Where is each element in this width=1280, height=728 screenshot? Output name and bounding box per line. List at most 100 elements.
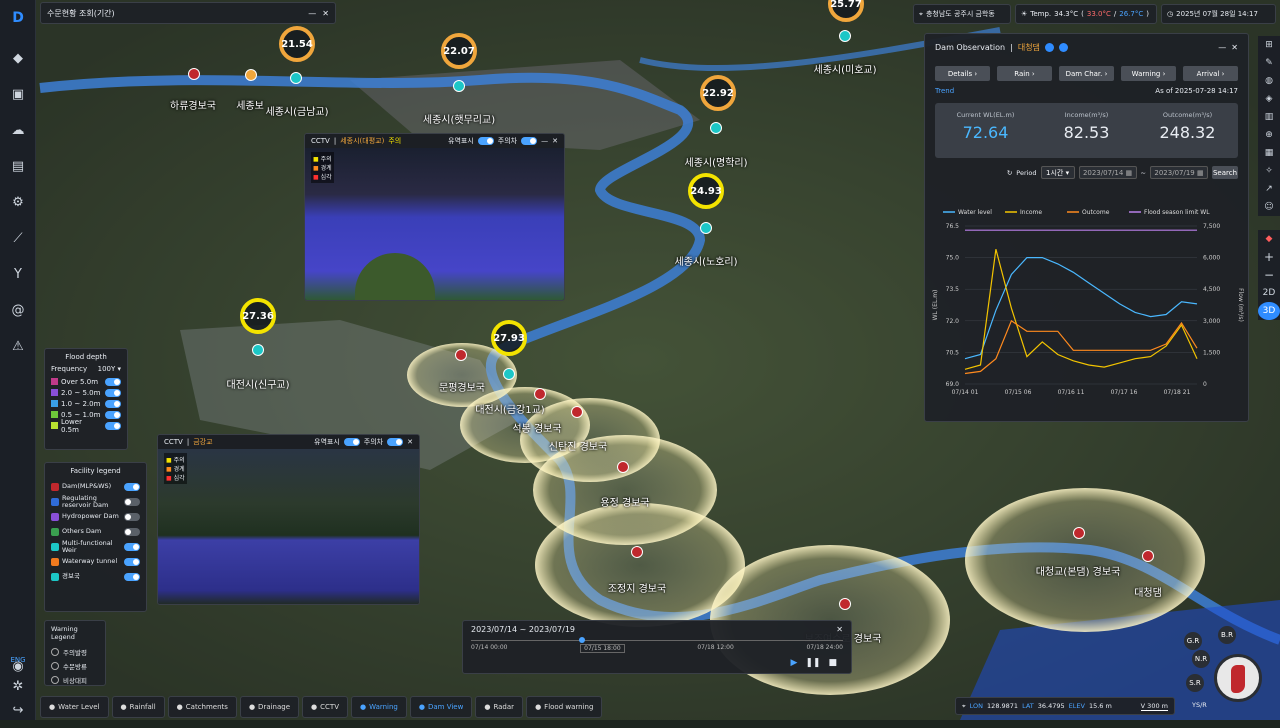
tab-rain[interactable]: Rain › — [997, 66, 1052, 81]
cctv-option-toggle[interactable] — [477, 137, 494, 145]
tab-details[interactable]: Details › — [935, 66, 990, 81]
water-level-pin[interactable] — [710, 122, 722, 134]
tab-warning[interactable]: Warning › — [1121, 66, 1176, 81]
layer-flood-warning[interactable]: ● Flood warning — [526, 696, 603, 718]
zoom-out-icon[interactable]: − — [1258, 266, 1280, 284]
trend-chart[interactable]: Water level Income Outcome Flood season lim… — [925, 206, 1250, 406]
water-level-pin[interactable] — [290, 72, 302, 84]
layers-icon[interactable]: ◆ — [0, 40, 36, 76]
timeline-handle[interactable] — [579, 637, 585, 643]
water-level-pin[interactable] — [252, 344, 264, 356]
close-icon[interactable]: ✕ — [1231, 43, 1238, 52]
flood-depth-toggle[interactable] — [105, 410, 121, 419]
flood-depth-toggle[interactable] — [105, 399, 121, 408]
facility-toggle[interactable] — [124, 482, 140, 491]
frequency-select[interactable]: 100Y ▾ — [98, 365, 121, 373]
minimize-icon[interactable]: — — [1218, 43, 1226, 52]
facility-toggle[interactable] — [124, 572, 140, 581]
dashboard-icon[interactable]: ▤ — [0, 148, 36, 184]
zoom-in-icon[interactable]: + — [1258, 248, 1280, 266]
globe-icon[interactable]: ◍ — [1258, 72, 1280, 90]
wand-icon[interactable]: ✧ — [1258, 162, 1280, 180]
minimize-icon[interactable]: — — [308, 9, 316, 18]
warning-station-pin[interactable] — [1073, 527, 1085, 539]
layer-radar[interactable]: ● Radar — [475, 696, 524, 718]
warning-station-pin[interactable] — [571, 406, 583, 418]
water-level-pin[interactable] — [453, 80, 465, 92]
gauge-marker[interactable]: 24.93 — [688, 173, 724, 209]
cctv-option-toggle[interactable] — [343, 438, 360, 446]
branch-icon[interactable]: Y — [0, 256, 36, 292]
map-tool-icon[interactable]: ⊞ — [1258, 36, 1280, 54]
warning-station-pin[interactable] — [631, 546, 643, 558]
warning-station-pin[interactable] — [455, 349, 467, 361]
compass-button[interactable]: N.R — [1192, 650, 1210, 668]
compass-button[interactable]: B.R — [1218, 626, 1236, 644]
layers-icon[interactable]: ◈ — [1258, 90, 1280, 108]
period-select[interactable]: 1시간 ▾ — [1040, 166, 1075, 179]
tab-dam-char[interactable]: Dam Char. › — [1059, 66, 1114, 81]
gauge-marker[interactable]: 27.93 — [491, 320, 527, 356]
compass-button[interactable]: G.R — [1184, 632, 1202, 650]
layer-drainage[interactable]: ● Drainage — [239, 696, 300, 718]
route-icon[interactable]: ↗ — [1258, 180, 1280, 198]
stop-icon[interactable]: ■ — [828, 658, 837, 668]
person-icon[interactable]: ☺ — [1258, 198, 1280, 216]
warning-station-pin[interactable] — [188, 68, 200, 80]
facility-toggle[interactable] — [124, 557, 140, 566]
app-logo-icon[interactable]: D — [0, 0, 36, 36]
flood-depth-toggle[interactable] — [105, 377, 121, 386]
alert-icon[interactable]: ⚠ — [0, 328, 36, 364]
chart-icon[interactable]: ⟋ — [0, 220, 36, 256]
video-icon[interactable] — [1058, 42, 1068, 52]
pencil-icon[interactable]: ✎ — [1258, 54, 1280, 72]
gauge-marker[interactable]: 22.07 — [441, 33, 477, 69]
layer-water-level[interactable]: ● Water Level — [40, 696, 109, 718]
cctv-video[interactable]: ■ 주의 ■ 경계 ■ 심각 — [305, 148, 564, 300]
split-icon[interactable]: ▥ — [1258, 108, 1280, 126]
dam-pin[interactable] — [1142, 550, 1154, 562]
play-icon[interactable]: ▶ — [790, 658, 797, 668]
facility-toggle[interactable] — [124, 512, 140, 521]
warning-station-pin[interactable] — [617, 461, 629, 473]
weir-pin[interactable] — [245, 69, 257, 81]
tab-arrival[interactable]: Arrival › — [1183, 66, 1238, 81]
layer-dam-view[interactable]: ● Dam View — [409, 696, 473, 718]
flood-depth-toggle[interactable] — [105, 388, 121, 397]
facility-toggle[interactable] — [124, 497, 140, 506]
flood-depth-toggle[interactable] — [105, 421, 121, 430]
close-icon[interactable]: ✕ — [552, 137, 558, 145]
close-icon[interactable]: ✕ — [836, 625, 843, 634]
layer-warning[interactable]: ● Warning — [350, 696, 407, 718]
compass-icon[interactable]: ◆ — [1258, 230, 1280, 248]
close-icon[interactable]: ✕ — [322, 9, 329, 18]
facility-toggle[interactable] — [124, 542, 140, 551]
facility-toggle[interactable] — [124, 527, 140, 536]
target-icon[interactable]: ⊕ — [1258, 126, 1280, 144]
close-icon[interactable]: ✕ — [407, 438, 413, 446]
layer-rainfall[interactable]: ● Rainfall — [111, 696, 165, 718]
minimize-icon[interactable]: — — [541, 137, 548, 145]
gauge-marker[interactable]: 27.36 — [240, 298, 276, 334]
search-button[interactable]: Search — [1212, 166, 1238, 179]
date-from-input[interactable]: 2023/07/14 ▦ — [1078, 166, 1137, 179]
gauge-marker[interactable]: 22.92 — [700, 75, 736, 111]
date-to-input[interactable]: 2023/07/19 ▦ — [1150, 166, 1208, 179]
logout-icon[interactable]: ↪ — [0, 692, 36, 728]
compass-button[interactable]: S.R — [1186, 674, 1204, 692]
pause-icon[interactable]: ❚❚ — [805, 658, 820, 668]
layer-cctv[interactable]: ● CCTV — [302, 696, 348, 718]
cctv-option-toggle[interactable] — [521, 137, 538, 145]
water-level-pin[interactable] — [700, 222, 712, 234]
network-icon[interactable]: ⚙ — [0, 184, 36, 220]
gauge-marker[interactable]: 21.54 — [279, 26, 315, 62]
chart-icon[interactable]: ▦ — [1258, 144, 1280, 162]
cctv-option-toggle[interactable] — [387, 438, 404, 446]
mode-3d-button[interactable]: 3D — [1258, 302, 1280, 320]
warning-station-pin[interactable] — [839, 598, 851, 610]
warning-station-pin[interactable] — [534, 388, 546, 400]
mode-2d-button[interactable]: 2D — [1258, 284, 1280, 302]
water-level-pin[interactable] — [839, 30, 851, 42]
cctv-video[interactable]: ■ 주의 ■ 경계 ■ 심각 — [158, 449, 419, 604]
layer-catchments[interactable]: ● Catchments — [167, 696, 237, 718]
